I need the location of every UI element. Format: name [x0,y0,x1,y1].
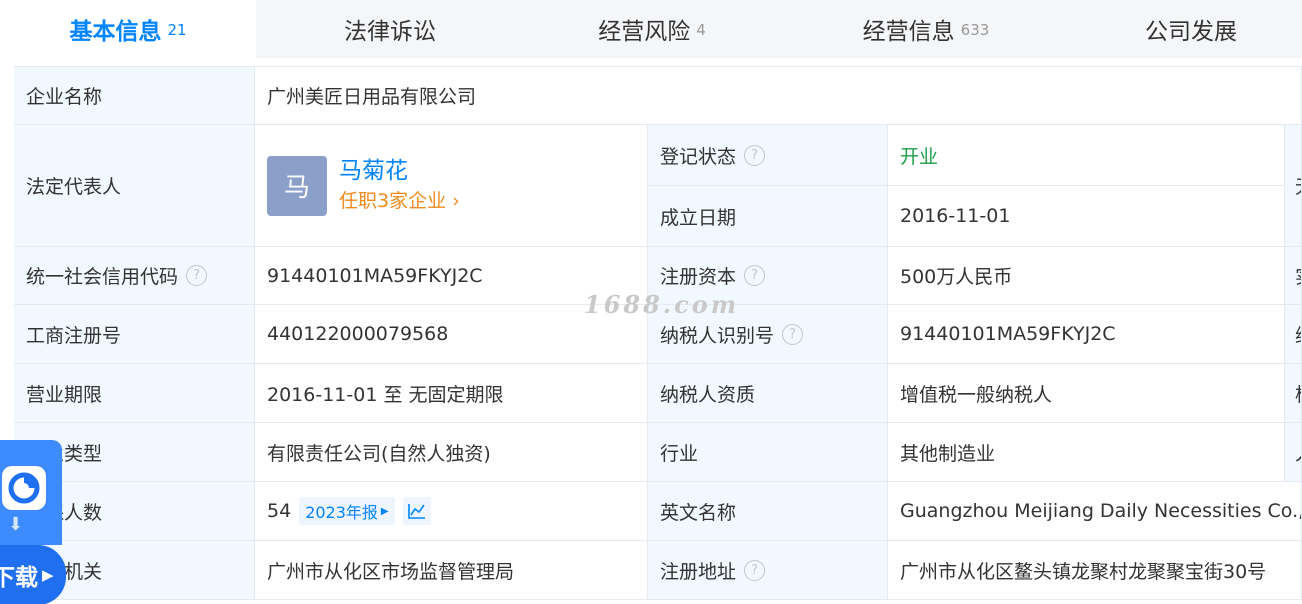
value-english-name: Guangzhou Meijiang Daily Necessities Co.… [888,482,1302,541]
tab-basic-info[interactable]: 基本信息 21 [0,0,256,58]
app-logo-icon [2,466,46,510]
value-business-period: 2016-11-01 至 无固定期限 [255,364,648,423]
annual-report-badge[interactable]: 2023年报 ▶ [299,497,395,525]
value-company-type: 有限责任公司(自然人独资) [255,423,648,482]
value-insured-count-cell: 54 2023年报 ▶ [255,482,648,541]
legal-representative-card: 马 马菊花 任职3家企业 › [255,125,648,247]
help-icon[interactable]: ? [744,559,766,581]
caret-right-icon: ▶ [380,505,389,517]
value-founded-date: 2016-11-01 [888,186,1285,247]
tab-business-risk[interactable]: 经营风险 4 [524,0,780,58]
badge-text: 2023年报 [305,503,378,522]
label-taxpayer-qualification: 纳税人资质 [648,364,888,423]
value-registration-authority: 广州市从化区市场监督管理局 [255,541,648,600]
value-registration-status: 开业 [888,125,1285,186]
tab-label: 经营信息 [862,19,955,45]
app-download-button[interactable]: 下载 ▶ [0,545,66,604]
tab-count: 4 [696,21,706,39]
tab-count: 21 [167,21,187,39]
avatar: 马 [267,155,327,216]
label-text: 统一社会信用代码 [26,266,179,288]
app-panel: ⬇ [0,440,62,545]
tab-label: 基本信息 [69,19,162,45]
rep-companies-link[interactable]: 任职3家企业 › [339,186,460,216]
label-founded-date: 成立日期 [648,186,888,247]
label-registration-number: 工商注册号 [14,305,255,364]
label-english-name: 英文名称 [648,482,888,541]
rep-info: 马菊花 任职3家企业 › [339,156,460,216]
value-registered-address: 广州市从化区鳌头镇龙聚村龙聚聚宝街30号 [888,541,1302,600]
right-edge-label: 人 [1285,423,1302,482]
label-industry: 行业 [648,423,888,482]
chevron-right-icon: › [452,189,460,212]
help-icon[interactable]: ? [186,265,208,286]
label-business-period: 营业期限 [14,364,255,423]
value-registered-capital: 500万人民币 [888,247,1285,305]
label-text: 注册资本 [660,266,737,288]
legal-representative-name-link[interactable]: 马菊花 [339,156,460,186]
help-icon[interactable]: ? [744,144,766,166]
rep-companies-text: 任职3家企业 [339,189,447,212]
tab-legal-lawsuits[interactable]: 法律诉讼 [256,0,524,58]
tab-label: 法律诉讼 [344,19,436,45]
play-icon: ▶ [42,566,54,584]
label-text: 登记状态 [660,145,737,168]
value-taxpayer-id: 91440101MA59FKYJ2C [888,305,1285,364]
label-text: 纳税人识别号 [660,324,775,347]
label-legal-representative: 法定代表人 [14,125,255,247]
download-label: 下载 [0,565,38,591]
tab-bar: 基本信息 21 法律诉讼 经营风险 4 经营信息 633 公司发展 [0,0,1302,58]
label-company-name: 企业名称 [14,67,255,125]
right-edge-label: 实 [1285,247,1302,305]
trend-chart-icon[interactable] [402,497,431,525]
label-registered-address: 注册地址 ? [648,541,888,600]
value-industry: 其他制造业 [888,423,1285,482]
label-registration-status: 登记状态 ? [648,125,888,186]
help-icon[interactable]: ? [744,265,766,286]
right-edge-label: 纳 [1285,305,1302,364]
value-insured-count: 54 [267,500,292,522]
value-taxpayer-qualification: 增值税一般纳税人 [888,364,1285,423]
right-edge-label: 核 [1285,364,1302,423]
value-company-name: 广州美匠日用品有限公司 [255,67,1302,125]
tab-company-development[interactable]: 公司发展 [1072,0,1302,58]
help-icon[interactable]: ? [782,323,804,345]
label-credit-code: 统一社会信用代码 ? [14,247,255,305]
watermark: 1688.com [584,290,740,319]
label-text: 注册地址 [660,560,737,583]
right-edge-label: 无 [1285,125,1302,247]
download-arrow-icon: ⬇ [8,514,24,535]
tab-label: 公司发展 [1145,19,1237,45]
tab-count: 633 [960,21,990,39]
tab-label: 经营风险 [598,19,691,45]
tab-business-info[interactable]: 经营信息 633 [780,0,1072,58]
